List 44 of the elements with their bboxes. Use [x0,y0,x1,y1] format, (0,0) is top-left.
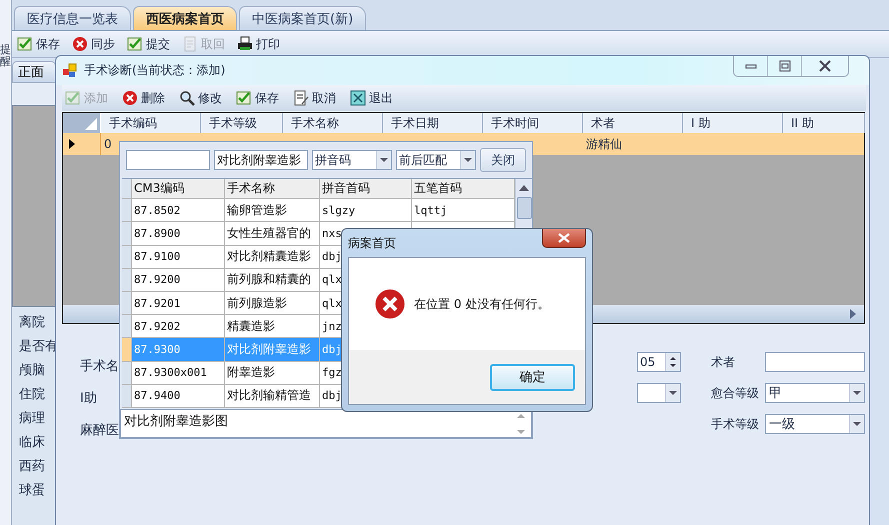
table-cell: 对比剂精囊造影 [227,248,311,266]
field-label: 离院 [19,315,45,331]
table-cell: 前列腺和精囊的 [227,271,311,288]
table-cell: 对比剂附睾造影 [227,341,311,358]
table-cell: 附睾造影 [227,364,275,382]
field-label: 愈合等级 [711,384,760,402]
table-cell: nxs [322,227,342,240]
field-label: 住院 [19,387,45,403]
table-cell: 87.9200 [134,273,180,286]
field-label: 病理 [19,411,45,427]
table-cell: 输卵管造影 [227,202,287,219]
table-cell: 前列腺造影 [227,294,287,312]
table-cell: qlx [322,273,342,286]
field-label: 麻醉医 [80,422,119,439]
field-label: 手术名 [80,358,119,375]
table-cell: jnz [322,320,342,333]
table-cell: dbj [322,389,342,402]
table-cell: 87.9201 [134,296,180,310]
table-cell: fgz [322,366,342,380]
table-cell: 87.8502 [134,204,180,217]
field-label: I助 [80,390,97,407]
window-title: 手术诊断(当前状态：添加) [84,62,226,79]
table-cell: 87.9202 [134,320,180,333]
table-cell: 0 [104,137,112,151]
table-cell: slgzy [322,204,356,217]
table-cell: dbj [322,250,342,264]
field-label: 术者 [711,354,736,370]
table-cell: 对比剂输精管造 [227,387,311,404]
field-label: 临床 [19,435,45,451]
field-label: 球蛋 [19,483,45,499]
table-cell: 87.9300 [134,343,180,356]
table-cell: 精囊造影 [227,318,275,335]
table-cell: lqttj [414,204,448,217]
table-cell: dbj [322,343,342,356]
field-label: 手术等级 [711,416,760,432]
table-cell: 87.9400 [134,389,180,402]
table-cell: 游精仙 [586,136,622,152]
table-cell: qlx [322,296,342,310]
table-cell: 87.9100 [134,250,180,264]
table-cell: 87.9300x001 [134,366,207,380]
field-label: 西药 [19,459,45,475]
table-cell: 87.8900 [134,227,180,240]
table-cell: 女性生殖器官的 [227,225,311,242]
field-label: 颅脑 [19,363,45,379]
